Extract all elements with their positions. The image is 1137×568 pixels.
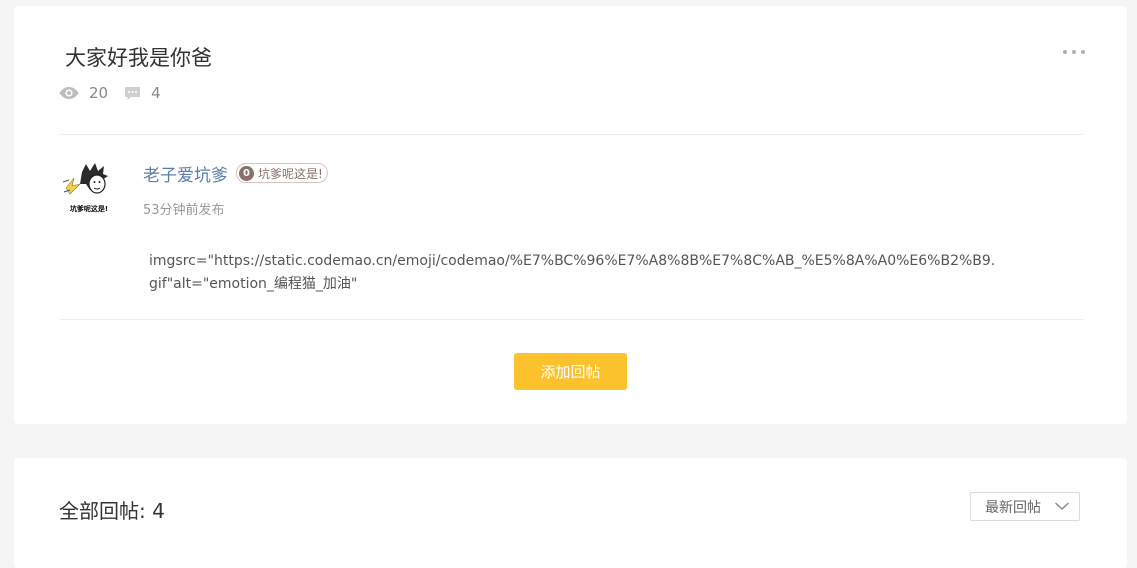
sort-selected-label: 最新回帖 bbox=[985, 499, 1041, 516]
post-time: 53分钟前发布 bbox=[143, 203, 225, 218]
replies-title: 全部回帖: 4 bbox=[59, 499, 165, 523]
chevron-down-icon bbox=[1055, 502, 1069, 510]
divider bbox=[60, 134, 1083, 135]
replies-card: 全部回帖: 4 最新回帖 bbox=[14, 458, 1127, 568]
sort-select[interactable]: 最新回帖 bbox=[970, 492, 1080, 521]
post-body: imgsrc="https://static.codemao.cn/emoji/… bbox=[149, 253, 996, 292]
eye-icon bbox=[59, 87, 79, 99]
view-count-value: 20 bbox=[89, 84, 109, 102]
author-badge: 0 坑爹呢这是! bbox=[236, 163, 328, 183]
post-card: 大家好我是你爸 20 4 坑爹呢这是! 老子爱坑爹 0 坑爹呢这是! 53分钟前… bbox=[14, 6, 1127, 424]
more-dots-icon bbox=[1063, 50, 1067, 54]
divider bbox=[60, 319, 1083, 320]
view-count: 20 bbox=[59, 84, 108, 102]
add-reply-button[interactable]: 添加回帖 bbox=[514, 353, 627, 390]
post-stats: 20 4 bbox=[59, 84, 177, 102]
avatar[interactable]: 坑爹呢这是! bbox=[60, 158, 118, 216]
post-title: 大家好我是你爸 bbox=[65, 46, 212, 70]
comment-count: 4 bbox=[124, 84, 161, 102]
comment-count-value: 4 bbox=[151, 84, 161, 102]
more-options-button[interactable] bbox=[1063, 44, 1085, 60]
avatar-caption: 坑爹呢这是! bbox=[70, 204, 108, 213]
comment-icon bbox=[125, 86, 141, 100]
badge-text: 坑爹呢这是! bbox=[258, 166, 323, 181]
author-name-link[interactable]: 老子爱坑爹 bbox=[143, 161, 228, 186]
badge-level: 0 bbox=[239, 165, 254, 181]
